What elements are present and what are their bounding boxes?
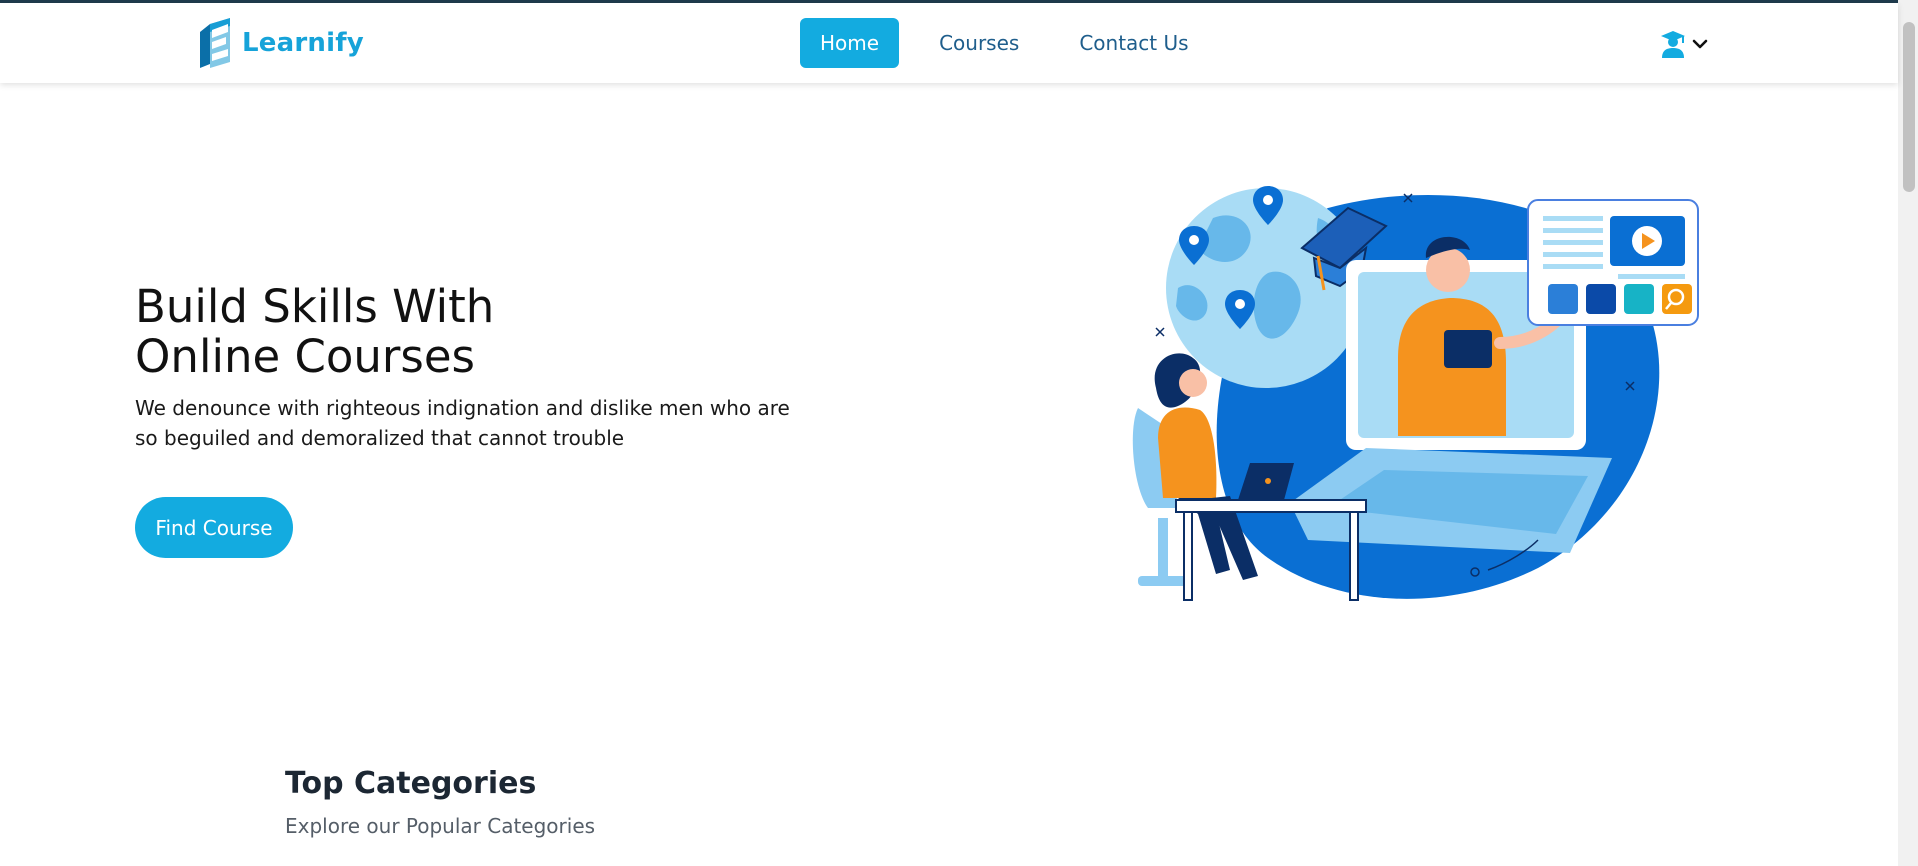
nav-contact-link[interactable]: Contact Us [1059,18,1208,68]
user-menu-toggle[interactable] [1660,29,1708,59]
chevron-down-icon [1692,39,1708,49]
learnify-logo-icon [200,18,230,68]
graduate-user-icon [1661,31,1685,58]
section-title: Top Categories [285,766,537,801]
online-learning-illustration [1132,186,1699,601]
hero-title: Build Skills With Online Courses [135,282,735,382]
page-scrollbar[interactable] [1898,0,1918,866]
section-subtitle: Explore our Popular Categories [285,814,596,838]
nav-home-link[interactable]: Home [800,18,900,68]
main-nav: Home Courses Contact Us [800,18,1229,68]
find-course-button[interactable]: Find Course [135,497,293,558]
hero-description: We denounce with righteous indignation a… [135,396,790,450]
hero-title-line-1: Build Skills With [135,280,495,333]
brand-logo[interactable]: Learnify [198,18,364,68]
scrollbar-thumb[interactable] [1903,22,1915,192]
nav-courses-link[interactable]: Courses [919,18,1039,68]
navbar: Learnify Home Courses Contact Us [0,3,1898,83]
hero-title-line-2: Online Courses [135,330,476,383]
brand-name: Learnify [242,28,364,58]
